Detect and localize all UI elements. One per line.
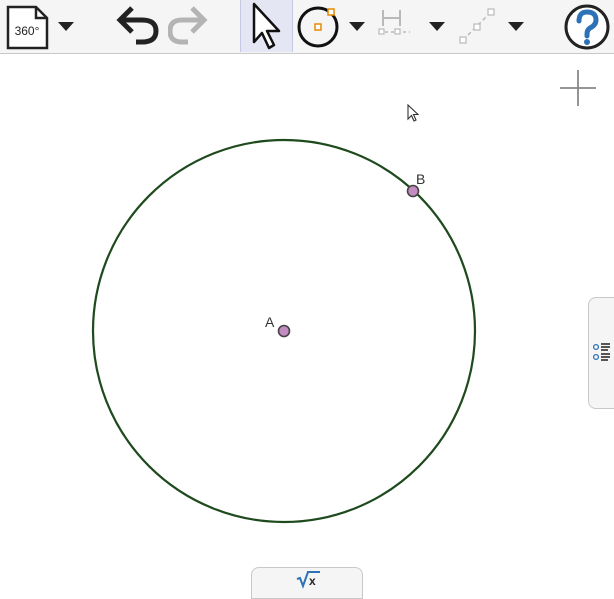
move-tool-button[interactable] — [240, 0, 293, 52]
line-tools-dropdown[interactable] — [428, 18, 446, 34]
segment-icon — [459, 8, 495, 44]
mouse-pointer-icon — [406, 103, 420, 129]
chevron-down-icon — [58, 22, 74, 31]
undo-button[interactable] — [116, 0, 160, 53]
zoom-to-fit-icon[interactable] — [558, 68, 598, 108]
circle-center-point-tool-button[interactable] — [296, 0, 342, 53]
cursor-arrow-icon — [252, 2, 281, 50]
undo-icon — [116, 6, 159, 45]
help-icon — [564, 4, 610, 50]
algebra-list-icon — [592, 343, 610, 361]
algebra-view-toggle[interactable] — [588, 297, 614, 409]
chevron-down-icon — [429, 22, 445, 31]
toolbar: 360° — [0, 0, 614, 54]
chevron-down-icon — [508, 22, 524, 31]
point-b[interactable] — [406, 184, 420, 198]
point-b-label: B — [416, 171, 426, 187]
geometry-canvas — [91, 138, 477, 524]
file-button[interactable]: 360° — [5, 0, 49, 53]
svg-text:x: x — [309, 574, 316, 588]
sqrt-x-icon: x — [296, 571, 320, 589]
chevron-down-icon — [349, 22, 365, 31]
point-a-label: A — [265, 314, 275, 330]
segment-tool-button[interactable] — [458, 0, 498, 53]
circle-center-point-icon — [297, 6, 339, 48]
file-menu-dropdown[interactable] — [57, 18, 75, 34]
perpendicular-line-tool-button[interactable] — [376, 0, 416, 53]
keyboard-toggle[interactable]: x — [251, 567, 363, 599]
file-360-icon: 360° — [6, 5, 49, 50]
file-icon-text: 360° — [15, 24, 40, 38]
circle-tools-dropdown[interactable] — [348, 18, 366, 34]
redo-button[interactable] — [168, 0, 212, 53]
perpendicular-line-icon — [378, 10, 410, 35]
segment-tools-dropdown[interactable] — [507, 18, 525, 34]
graphics-view[interactable] — [0, 54, 614, 592]
redo-icon — [168, 6, 208, 45]
point-a[interactable] — [277, 324, 291, 338]
help-button[interactable] — [563, 0, 611, 53]
